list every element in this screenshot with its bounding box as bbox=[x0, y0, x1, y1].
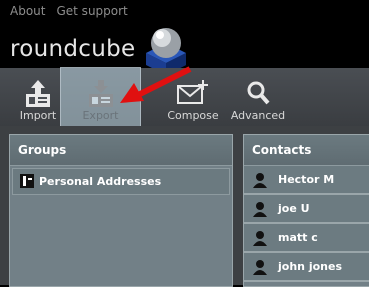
groups-title: Groups bbox=[10, 135, 232, 166]
contact-row[interactable]: joe U bbox=[244, 195, 369, 224]
advanced-label: Advanced bbox=[230, 109, 286, 122]
import-label: Import bbox=[19, 109, 57, 122]
contact-name: Hector M bbox=[278, 173, 335, 186]
person-icon bbox=[253, 231, 267, 246]
address-book-icon bbox=[20, 174, 34, 188]
header: roundcube bbox=[0, 20, 369, 75]
import-button[interactable]: Import bbox=[14, 68, 62, 126]
about-link[interactable]: About bbox=[10, 4, 45, 20]
group-item-personal-addresses[interactable]: Personal Addresses bbox=[12, 168, 230, 195]
groups-panel: Groups Personal Addresses bbox=[9, 134, 233, 287]
contact-row[interactable]: matt c bbox=[244, 224, 369, 253]
import-icon bbox=[26, 80, 50, 107]
get-support-link[interactable]: Get support bbox=[56, 4, 127, 20]
advanced-button[interactable]: Advanced bbox=[228, 68, 288, 126]
group-item-label: Personal Addresses bbox=[39, 175, 162, 188]
compose-icon bbox=[177, 80, 208, 104]
compose-button[interactable]: Compose bbox=[164, 68, 222, 126]
export-icon bbox=[88, 80, 113, 107]
contacts-title: Contacts bbox=[244, 135, 369, 166]
logo-text: roundcube bbox=[10, 36, 136, 62]
export-button[interactable]: Export bbox=[60, 67, 141, 127]
contact-row[interactable]: john jones bbox=[244, 253, 369, 282]
person-icon bbox=[253, 173, 267, 188]
export-label: Export bbox=[82, 109, 119, 122]
contacts-panel: Contacts Hector M joe U matt c john jone… bbox=[243, 134, 369, 287]
contact-row[interactable]: Hector M bbox=[244, 166, 369, 195]
person-icon bbox=[253, 202, 267, 217]
contact-name: john jones bbox=[278, 260, 342, 273]
top-links: About Get support bbox=[10, 4, 128, 20]
contact-name: matt c bbox=[278, 231, 318, 244]
compose-label: Compose bbox=[167, 109, 219, 122]
contact-name: joe U bbox=[278, 202, 310, 215]
magnifier-icon bbox=[247, 81, 270, 105]
person-icon bbox=[253, 260, 267, 275]
toolbar: Import Export Compose Advanced bbox=[0, 67, 369, 127]
